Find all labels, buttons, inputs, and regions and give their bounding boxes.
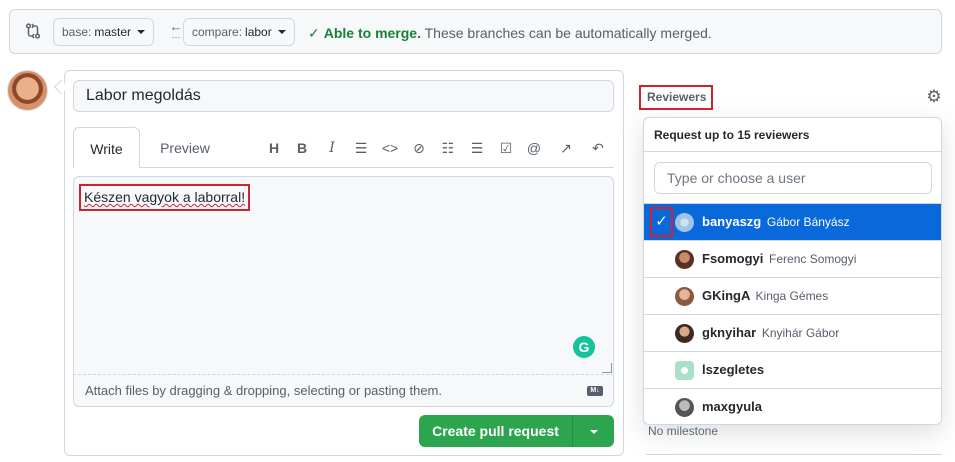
bold-icon[interactable]: B [293, 139, 311, 157]
resize-handle[interactable] [602, 363, 612, 373]
reviewer-option[interactable]: gknyihar Knyihár Gábor [644, 315, 941, 352]
reviewer-name: Knyihár Gábor [761, 326, 840, 340]
reviewer-name: Kinga Gémes [755, 289, 829, 303]
reviewer-name: Ferenc Somogyi [769, 252, 857, 266]
reviewer-name: Gábor Bányász [766, 215, 850, 229]
check-icon: ✓ [650, 207, 673, 237]
tab-write[interactable]: Write [73, 127, 140, 168]
reviewer-login: maxgyula [702, 399, 762, 414]
reviewer-option[interactable]: ✓ banyaszg Gábor Bányász [644, 204, 941, 241]
check-icon: ✓ [308, 25, 320, 41]
chevron-down-icon [277, 30, 286, 34]
attach-hint: Attach files by dragging & dropping, sel… [85, 383, 442, 398]
avatar [675, 213, 694, 232]
compare-bar: base: master ← ··· compare: labor ✓ Able t… [9, 9, 942, 54]
link-icon[interactable]: ⊘ [410, 139, 428, 157]
attach-files-area[interactable]: Attach files by dragging & dropping, sel… [73, 375, 614, 407]
reviewer-login: gknyihar [702, 325, 757, 340]
numbered-list-icon[interactable]: ☰ [468, 139, 486, 157]
grammarly-icon[interactable]: G [573, 336, 595, 358]
reviewer-option[interactable]: Fsomogyi Ferenc Somogyi [644, 241, 941, 278]
compare-label: compare: [192, 25, 243, 39]
reviewer-popup: Request up to 15 reviewers Type or choos… [643, 117, 942, 425]
body-text-value: Készen vagyok a laborral! [84, 189, 246, 205]
avatar [675, 287, 694, 306]
popup-title: Request up to 15 reviewers [644, 118, 941, 152]
base-value: master [94, 25, 132, 39]
tab-preview[interactable]: Preview [149, 127, 221, 168]
arrow-left-icon: ← ··· [169, 19, 183, 42]
avatar [675, 361, 694, 380]
merge-status: ✓ Able to merge. These branches can be au… [308, 25, 712, 42]
mention-icon[interactable]: @ [525, 139, 543, 157]
italic-icon[interactable]: I [323, 139, 341, 157]
chevron-down-icon [137, 30, 146, 34]
base-branch-select[interactable]: base: master [53, 18, 155, 46]
avatar [675, 398, 694, 417]
reviewer-search-input[interactable]: Type or choose a user [654, 162, 932, 194]
divider [646, 454, 942, 455]
reviewer-option[interactable]: lszegletes [644, 352, 941, 389]
chevron-down-icon [589, 430, 598, 435]
compare-value: labor [245, 25, 272, 39]
title-input[interactable]: Labor megoldás [73, 80, 614, 112]
reviewer-login: Fsomogyi [702, 251, 764, 266]
no-milestone: No milestone [648, 424, 719, 438]
quote-icon[interactable]: ☰ [352, 139, 370, 157]
reviewer-login: GKingA [702, 288, 750, 303]
body-text: Készen vagyok a laborral! [79, 184, 251, 211]
reviewer-login: lszegletes [702, 362, 765, 377]
code-icon[interactable]: <> [381, 139, 399, 157]
avatar [675, 250, 694, 269]
popup-filter: Type or choose a user [644, 152, 941, 204]
avatar [675, 324, 694, 343]
create-pull-request-label: Create pull request [432, 423, 559, 439]
reference-icon[interactable]: ↗ [557, 139, 575, 157]
reviewer-option[interactable]: maxgyula [644, 389, 941, 424]
create-options-dropdown[interactable] [573, 415, 614, 447]
gear-icon[interactable]: ⚙ [924, 87, 944, 107]
merge-status-detail: These branches can be automatically merg… [424, 25, 712, 41]
markdown-icon[interactable]: M↓ [587, 386, 603, 396]
base-label: base: [62, 25, 92, 39]
reviewer-option[interactable]: GKingA Kinga Gémes [644, 278, 941, 315]
bulleted-list-icon[interactable]: ☷ [439, 139, 457, 157]
compare-branch-select[interactable]: compare: labor [183, 18, 295, 46]
reviewer-login: banyaszg [702, 214, 762, 229]
merge-status-label: Able to merge. [323, 25, 421, 41]
task-list-icon[interactable]: ☑ [497, 139, 515, 157]
reviewers-heading[interactable]: Reviewers [639, 85, 713, 110]
avatar [7, 70, 48, 111]
create-pull-request-button[interactable]: Create pull request [419, 415, 614, 447]
undo-icon[interactable]: ↶ [589, 139, 607, 157]
heading-icon[interactable]: H [265, 139, 283, 157]
git-compare-icon [25, 23, 41, 39]
